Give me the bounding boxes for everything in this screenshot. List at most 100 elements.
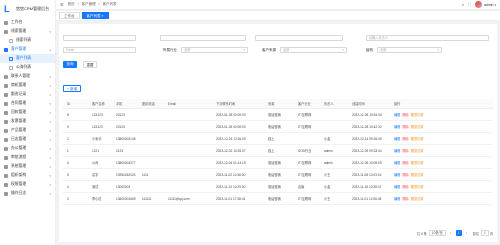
sidebar-item[interactable]: 合同管理 ▾ [0, 99, 55, 108]
follow-up-button[interactable]: 跟进记录 [411, 125, 424, 129]
row-actions: 编辑 删除 跟进记录 [393, 148, 433, 153]
edit-button[interactable]: 编辑 [394, 197, 400, 201]
table-cell: 出版 [298, 185, 305, 189]
source-select[interactable]: 全部 ▾ [280, 47, 347, 53]
industry-select[interactable]: 全部 ▾ [181, 47, 248, 53]
search-button[interactable]: 查询 [63, 61, 77, 68]
breadcrumb-item[interactable]: 首页 [68, 2, 75, 7]
chevron-icon: ▾ [49, 155, 51, 160]
table-cell: 2022-12-24 12:26:00 [216, 136, 246, 141]
delete-button[interactable]: 删除 [402, 161, 408, 165]
sidebar-item-label: 客户列表 [16, 56, 32, 60]
sidebar-item[interactable]: 联系人管理 ▾ [0, 72, 55, 81]
sidebar-item[interactable]: 线索管理 ▾ [0, 27, 55, 36]
email-input[interactable]: Email [63, 47, 136, 53]
add-customer-button[interactable]: + 新增 [63, 85, 81, 92]
table-cell: IT/互联网 [298, 161, 312, 165]
customer-name-input[interactable] [63, 35, 136, 41]
table-row: 5 名字 13950262024 1111 2022-11-02 12:36:00 电话营… [63, 169, 493, 181]
search-icon[interactable]: ⌕ [462, 2, 464, 7]
sidebar-item[interactable]: 日志管理 ▾ [0, 135, 55, 144]
follow-up-button[interactable]: 跟进记录 [411, 197, 424, 201]
table-header: ID 客户名称 手机 座机电话 Email 下次联系时间 来源 客户行业 负责人 创建时间 操作 [63, 99, 493, 109]
sidebar-item[interactable]: 产品管理 ▾ [0, 126, 55, 135]
owner-input[interactable]: 请输入负责人 [366, 35, 489, 41]
sidebar-item[interactable]: 商机管理 ▾ [0, 81, 55, 90]
sidebar-item[interactable]: 回款管理 ▾ [0, 108, 55, 117]
sidebar-item[interactable]: 公海列表 [0, 63, 55, 72]
edit-button[interactable]: 编辑 [394, 137, 400, 141]
sidebar-item[interactable]: 发票管理 ▾ [0, 117, 55, 126]
follow-up-button[interactable]: 跟进记录 [411, 173, 424, 177]
row-actions: 编辑 删除 跟进记录 [393, 124, 433, 129]
delete-button[interactable]: 删除 [402, 113, 408, 117]
level-select[interactable]: 全部 ▾ [377, 47, 442, 53]
sidebar-item[interactable]: 审批流程 ▾ [0, 153, 55, 162]
prev-page-icon[interactable]: ‹ [448, 230, 454, 236]
header-right: ⌕ ⛶ admin ▾ [458, 1, 496, 8]
delete-button[interactable]: 删除 [402, 149, 408, 153]
follow-up-button[interactable]: 跟进记录 [411, 113, 424, 117]
sidebar-item[interactable]: 操作日志 ▾ [0, 189, 55, 198]
sidebar-item[interactable]: 线索列表 [0, 36, 55, 45]
table-cell: 小米手 [92, 137, 102, 141]
sidebar-item-label: 线索管理 [11, 29, 27, 33]
goto-input[interactable]: 1 [481, 230, 489, 236]
chevron-icon: ▴ [49, 47, 51, 52]
delete-button[interactable]: 删除 [402, 137, 408, 141]
reset-button[interactable]: 重置 [83, 61, 97, 68]
avatar[interactable] [474, 1, 482, 8]
page-size-select[interactable]: 10条/页 [428, 230, 446, 236]
follow-up-button[interactable]: 跟进记录 [411, 161, 424, 165]
sidebar-item[interactable]: 权限管理 ▾ [0, 180, 55, 189]
menu-item-icon [4, 146, 8, 151]
table-cell: 小孟 [324, 137, 331, 141]
table-row: 2 小米手 13800002146 2022-12-24 12:26:00 线上 小孟 20… [63, 133, 493, 145]
column-header: 负责人 [324, 102, 334, 106]
sidebar-item[interactable]: 跟进记录 ▾ [0, 90, 55, 99]
chevron-icon: ▾ [49, 119, 51, 124]
delete-button[interactable]: 删除 [402, 185, 408, 189]
sidebar-item[interactable]: 组织架构 ▾ [0, 171, 55, 180]
app-title: 悠悠CRM管理后台 [16, 6, 50, 11]
edit-button[interactable]: 编辑 [394, 113, 400, 117]
sidebar-item[interactable]: 工作台 [0, 18, 55, 27]
delete-button[interactable]: 删除 [402, 125, 408, 129]
breadcrumb-separator: / [98, 2, 100, 6]
row-actions: 编辑 删除 跟进记录 [393, 136, 433, 141]
fullscreen-icon[interactable]: ⛶ [468, 2, 471, 7]
chevron-down-icon[interactable]: ▾ [494, 3, 496, 7]
edit-button[interactable]: 编辑 [394, 149, 400, 153]
table-row: 8 123123 23123 2022-01-05 00:00:00 电话营销 IT/互联… [63, 109, 493, 121]
username[interactable]: admin [484, 3, 494, 7]
mobile-input[interactable] [255, 35, 343, 41]
follow-up-button[interactable]: 跟进记录 [411, 149, 424, 153]
chevron-icon: ▾ [49, 92, 51, 97]
table-cell: 2022-11-24 10:29:00 [216, 184, 246, 189]
sidebar-item[interactable]: 系统管理 ▾ [0, 162, 55, 171]
delete-button[interactable]: 删除 [402, 173, 408, 177]
page-number[interactable]: 1 [455, 230, 462, 236]
tab-workbench[interactable]: 工作台 [59, 12, 80, 19]
sidebar-item[interactable]: 客户列表 [0, 54, 55, 63]
follow-up-button[interactable]: 跟进记录 [411, 137, 424, 141]
edit-button[interactable]: 编辑 [394, 185, 400, 189]
edit-button[interactable]: 编辑 [394, 125, 400, 129]
industry-value: 全部 [184, 48, 191, 52]
top-header: ☰ 首页 / 客户管理 / 客户列表 ⌕ ⛶ admin ▾ [56, 0, 500, 10]
next-page-icon[interactable]: › [464, 230, 470, 236]
delete-button[interactable]: 删除 [402, 197, 408, 201]
column-header: 客户行业 [298, 102, 311, 106]
sidebar-item[interactable]: 客户管理 ▴ [0, 45, 55, 54]
phone-input[interactable] [160, 35, 246, 41]
close-icon[interactable]: × [101, 14, 103, 18]
tab-customer-list[interactable]: 客户列表 × [81, 12, 109, 19]
edit-button[interactable]: 编辑 [394, 161, 400, 165]
follow-up-button[interactable]: 跟进记录 [411, 185, 424, 189]
table-cell: IT/互联网 [298, 125, 312, 129]
menu-toggle-icon[interactable]: ☰ [60, 2, 64, 7]
breadcrumb-item[interactable]: 客户管理 [82, 2, 96, 7]
breadcrumb-separator: / [77, 2, 79, 6]
edit-button[interactable]: 编辑 [394, 173, 400, 177]
sidebar-item[interactable]: 办公管理 ▾ [0, 144, 55, 153]
